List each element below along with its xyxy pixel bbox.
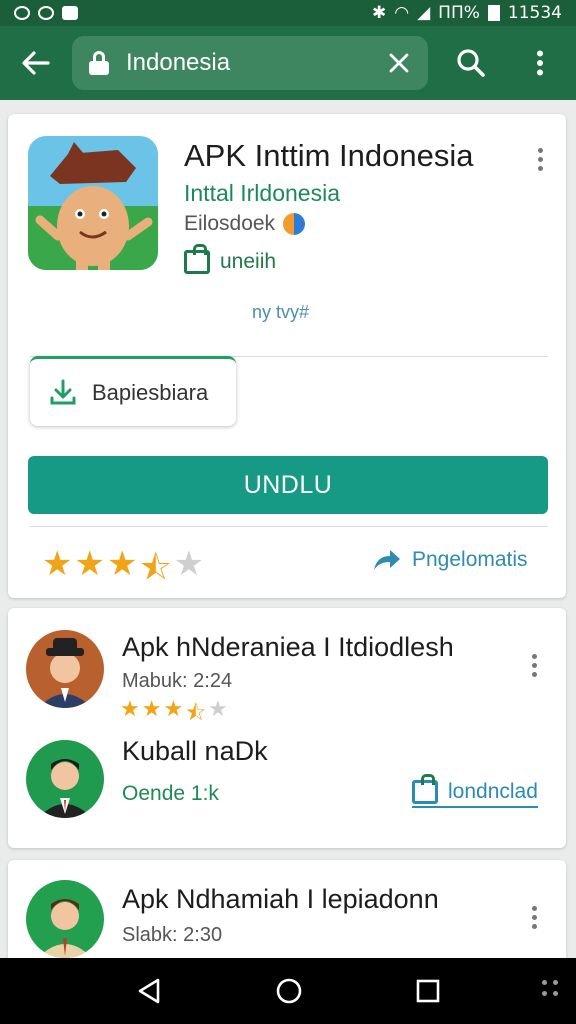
clock: 11534 — [507, 3, 562, 23]
star-icon: ★ — [74, 545, 105, 583]
nav-menu-icon[interactable] — [542, 980, 560, 998]
download-chip-label: Bapiesbiara — [92, 379, 209, 405]
category-badge-icon — [283, 213, 306, 235]
lock-icon — [88, 51, 110, 75]
battery-icon — [487, 5, 500, 21]
toolbar: Indonesia — [0, 26, 576, 100]
app-developer[interactable]: Inttal Irldonesia — [184, 180, 340, 207]
bluetooth-icon: ✱ — [372, 3, 387, 23]
list-item-title[interactable]: Apk hNderaniea I Itdiodlesh — [122, 632, 454, 663]
signal-icon: ◢ — [417, 3, 431, 23]
app-tag: uneiih — [184, 244, 277, 274]
wifi-icon: ◠ — [394, 3, 410, 23]
avatar-man-hat-icon[interactable] — [26, 630, 104, 708]
app-icon[interactable] — [28, 136, 158, 270]
status-bar: ✱ ◠ ◢ ΠΠ% 11534 — [0, 0, 576, 26]
avatar-man-suit-icon[interactable] — [26, 740, 104, 818]
app-title: APK Inttim Indonesia — [184, 138, 474, 173]
rating-stars: ★ ★ ★ ⯪ ★ — [42, 544, 204, 601]
app-meta: Eilosdoek — [184, 212, 306, 236]
share-link[interactable]: Pngelomatis — [372, 548, 528, 572]
app-more-button[interactable] — [528, 144, 552, 174]
notification-icon — [14, 6, 30, 20]
avatar-man-tie-icon[interactable] — [26, 880, 104, 958]
list-item-size: Oende 1:k — [122, 782, 219, 805]
nav-recents-icon[interactable] — [416, 979, 440, 1003]
star-icon: ★ — [141, 696, 162, 721]
close-icon — [389, 53, 409, 73]
image-notification-icon — [62, 6, 78, 20]
app-subtext: ny tvy# — [252, 302, 310, 322]
clear-search-button[interactable] — [384, 48, 414, 78]
divider — [30, 526, 548, 527]
app-tag-text: uneiih — [220, 250, 277, 273]
back-arrow-icon — [22, 51, 50, 75]
download-link[interactable]: londnclad — [412, 774, 538, 808]
download-icon — [50, 379, 76, 404]
nav-back-icon[interactable] — [136, 977, 162, 1005]
star-icon: ★ — [208, 696, 228, 721]
search-button[interactable] — [432, 26, 510, 100]
back-button[interactable] — [0, 26, 72, 100]
star-icon: ★ — [106, 545, 138, 583]
search-icon — [457, 49, 485, 77]
star-icon: ★ — [163, 696, 184, 721]
list-item-more-button[interactable] — [522, 902, 546, 932]
cartoon-mascot-icon — [28, 136, 158, 270]
signal-text: ΠΠ% — [438, 3, 480, 23]
star-icon: ★ — [173, 545, 205, 583]
list-item-more-button[interactable] — [522, 650, 546, 680]
related-apps-card-2: Apk Ndhamiah I lepiadonn Slabk: 2:30 — [8, 860, 566, 970]
share-label: Pngelomatis — [412, 548, 528, 571]
list-item-rating: ★ ★ ★ ⯪ ★ — [120, 696, 228, 734]
more-vertical-icon — [537, 50, 543, 76]
download-link-label: londnclad — [448, 780, 538, 803]
app-detail-card: APK Inttim Indonesia Inttal Irldonesia E… — [8, 114, 566, 598]
star-icon: ★ — [120, 696, 140, 721]
list-item-sub: Mabuk: 2:24 — [122, 670, 233, 692]
system-nav-bar — [0, 958, 576, 1024]
download-bag-icon — [412, 774, 438, 804]
search-input[interactable]: Indonesia — [126, 49, 384, 77]
install-button[interactable]: UNDLU — [28, 456, 548, 514]
settings-notification-icon — [38, 6, 54, 20]
shopping-bag-icon — [184, 244, 210, 274]
list-item-title[interactable]: Kuball naDk — [122, 736, 268, 767]
list-item-sub: Slabk: 2:30 — [122, 924, 223, 946]
list-item-title[interactable]: Apk Ndhamiah I lepiadonn — [122, 884, 439, 915]
nav-home-icon[interactable] — [275, 977, 303, 1005]
related-apps-card: Apk hNderaniea I Itdiodlesh Mabuk: 2:24 … — [8, 608, 566, 848]
star-icon: ⯪ — [139, 549, 172, 587]
star-icon: ⯪ — [185, 700, 207, 725]
download-chip[interactable]: Bapiesbiara — [30, 356, 236, 426]
app-meta-text: Eilosdoek — [184, 212, 276, 235]
overflow-menu-button[interactable] — [510, 26, 570, 100]
search-box[interactable]: Indonesia — [72, 36, 428, 90]
star-icon: ★ — [42, 545, 73, 583]
share-arrow-icon — [374, 550, 400, 570]
